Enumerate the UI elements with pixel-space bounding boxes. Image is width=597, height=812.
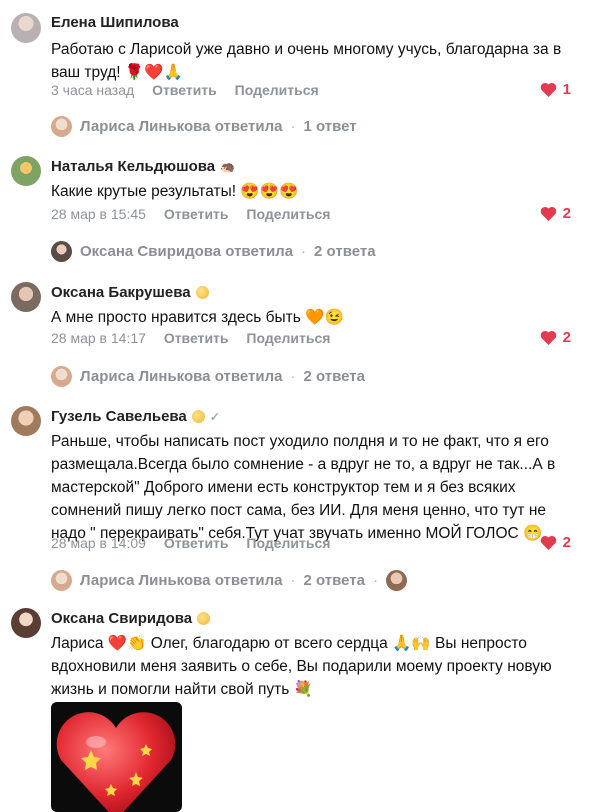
pray-emoji-icon: 🙏 bbox=[163, 64, 183, 81]
like-button[interactable]: 2 bbox=[540, 329, 571, 346]
separator: · bbox=[372, 572, 378, 589]
heart-icon bbox=[540, 206, 556, 221]
like-button[interactable]: 2 bbox=[540, 534, 571, 551]
author-name[interactable]: Гузель Савельева bbox=[51, 408, 187, 425]
author-name[interactable]: Елена Шипилова bbox=[51, 14, 179, 31]
comment-author[interactable]: Оксана Свиридова bbox=[51, 610, 211, 627]
like-button[interactable]: 2 bbox=[540, 205, 571, 222]
comment-text: Лариса ❤️👏 Олег, благодарю от всего серд… bbox=[51, 635, 552, 698]
avatar[interactable] bbox=[11, 156, 41, 186]
comment-author[interactable]: Наталья Кельдюшова 🦔 bbox=[51, 158, 235, 175]
replies-count[interactable]: 2 ответа bbox=[303, 368, 365, 385]
reply-author-avatar bbox=[51, 366, 72, 387]
share-button[interactable]: Поделиться bbox=[246, 535, 330, 551]
comment-author[interactable]: Гузель Савельева ✓ bbox=[51, 408, 220, 425]
separator: · bbox=[301, 243, 307, 260]
reply-button[interactable]: Ответить bbox=[164, 330, 229, 346]
replies-link[interactable]: Лариса Линькова ответила · 2 ответа bbox=[51, 366, 365, 387]
heart-icon bbox=[540, 82, 556, 97]
reply-author-avatar bbox=[51, 241, 72, 262]
bouquet-emoji-icon: 💐 bbox=[293, 681, 313, 698]
comment-meta: 3 часа назад Ответить Поделиться bbox=[51, 82, 333, 98]
heart-eyes-emoji-icon: 😍😍😍 bbox=[240, 183, 299, 200]
like-count: 1 bbox=[562, 81, 571, 98]
separator: · bbox=[290, 368, 296, 385]
comment-text: Работаю с Ларисой уже давно и очень мног… bbox=[51, 41, 562, 81]
share-button[interactable]: Поделиться bbox=[246, 330, 330, 346]
donut-badge-icon bbox=[195, 286, 209, 299]
donut-badge-icon bbox=[197, 612, 211, 625]
like-button[interactable]: 1 bbox=[540, 81, 571, 98]
donut-badge-icon bbox=[191, 410, 205, 423]
heart-emoji-icon: ❤️ bbox=[144, 64, 164, 81]
like-count: 2 bbox=[562, 329, 571, 346]
avatar[interactable] bbox=[11, 608, 41, 638]
avatar[interactable] bbox=[11, 406, 41, 436]
second-reply-author-avatar bbox=[385, 570, 407, 591]
replied-by[interactable]: Лариса Линькова ответила bbox=[80, 368, 282, 385]
comment-time: 28 мар в 14:17 bbox=[51, 330, 146, 346]
comment-text: А мне просто нравится здесь быть 🧡😉 bbox=[51, 309, 344, 326]
author-name[interactable]: Оксана Бакрушева bbox=[51, 284, 191, 301]
rose-emoji-icon: 🌹 bbox=[124, 64, 145, 81]
share-button[interactable]: Поделиться bbox=[246, 206, 330, 222]
comment-time: 28 мар в 15:45 bbox=[51, 206, 146, 222]
replies-count[interactable]: 2 ответа bbox=[303, 572, 365, 589]
replies-link[interactable]: Лариса Линькова ответила · 1 ответ bbox=[51, 116, 357, 137]
attached-heart-image[interactable] bbox=[51, 702, 182, 812]
replies-count[interactable]: 2 ответа bbox=[314, 243, 376, 260]
separator: · bbox=[290, 572, 296, 589]
heart-emoji-icon: 🧡😉 bbox=[305, 309, 344, 326]
comment-meta: 28 мар в 15:45 Ответить Поделиться bbox=[51, 206, 344, 222]
avatar[interactable] bbox=[11, 13, 41, 43]
replied-by[interactable]: Лариса Линькова ответила bbox=[80, 572, 282, 589]
author-name[interactable]: Наталья Кельдюшова bbox=[51, 158, 215, 175]
comment-text: Раньше, чтобы написать пост уходило полд… bbox=[51, 433, 556, 542]
reply-button[interactable]: Ответить bbox=[164, 535, 229, 551]
like-count: 2 bbox=[562, 205, 571, 222]
comment-time: 3 часа назад bbox=[51, 82, 135, 98]
hedgehog-emoji-icon: 🦔 bbox=[220, 159, 236, 174]
sparkly-heart-icon bbox=[56, 712, 176, 812]
replies-count[interactable]: 1 ответ bbox=[303, 118, 356, 135]
verified-check-icon: ✓ bbox=[209, 409, 220, 424]
replied-by[interactable]: Лариса Линькова ответила bbox=[80, 118, 282, 135]
heart-emoji-icon: ❤️👏 bbox=[107, 635, 147, 652]
reply-author-avatar bbox=[51, 570, 72, 591]
comment-meta: 28 мар в 14:17 Ответить Поделиться bbox=[51, 330, 344, 346]
heart-icon bbox=[540, 330, 556, 345]
comment-author[interactable]: Оксана Бакрушева bbox=[51, 284, 209, 301]
replies-link[interactable]: Оксана Свиридова ответила · 2 ответа bbox=[51, 241, 376, 262]
avatar[interactable] bbox=[11, 282, 41, 312]
author-name[interactable]: Оксана Свиридова bbox=[51, 610, 192, 627]
reply-author-avatar bbox=[51, 116, 72, 137]
separator: · bbox=[290, 118, 296, 135]
heart-icon bbox=[540, 535, 556, 550]
comment-text: Какие крутые результаты! 😍😍😍 bbox=[51, 183, 299, 200]
replied-by[interactable]: Оксана Свиридова ответила bbox=[80, 243, 293, 260]
like-count: 2 bbox=[562, 534, 571, 551]
reply-button[interactable]: Ответить bbox=[152, 82, 217, 98]
comment-time: 28 мар в 14:09 bbox=[51, 535, 146, 551]
pray-emoji-icon: 🙏🙌 bbox=[392, 635, 431, 652]
reply-button[interactable]: Ответить bbox=[164, 206, 229, 222]
replies-link[interactable]: Лариса Линькова ответила · 2 ответа · bbox=[51, 570, 407, 591]
comment-meta: 28 мар в 14:09 Ответить Поделиться bbox=[51, 535, 344, 551]
comment-author[interactable]: Елена Шипилова bbox=[51, 14, 179, 31]
share-button[interactable]: Поделиться bbox=[235, 82, 319, 98]
